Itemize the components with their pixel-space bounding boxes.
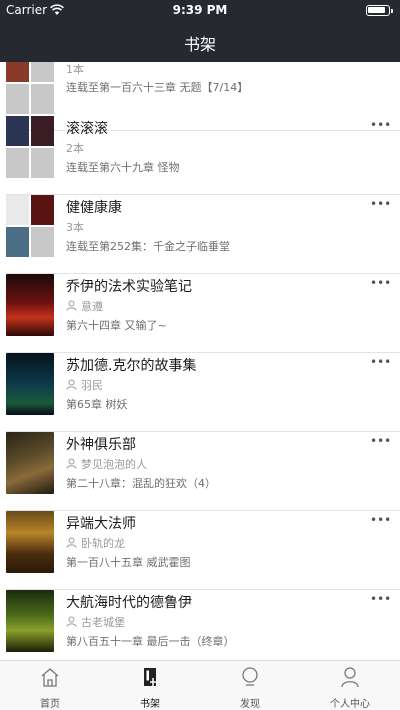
list-item[interactable]: 健健康康 3本 连载至第252集：千金之子临垂堂 ••• (0, 195, 400, 274)
person-icon (66, 616, 77, 627)
author-line: 羽民 (66, 377, 103, 393)
book-title: 乔伊的法术实验笔记 (66, 279, 192, 295)
author-line: 卧轨的龙 (66, 535, 125, 551)
book-cover (6, 511, 54, 573)
latest-chapter: 连载至第一百六十三章 无题【7/14】 (66, 81, 249, 94)
author-name: 梦见泡泡的人 (81, 458, 147, 471)
book-title: 异端大法师 (66, 516, 136, 532)
tab-home[interactable]: 首页 (0, 661, 100, 710)
list-item[interactable]: 滚滚滚 2本 连载至第六十九章 怪物 ••• (0, 116, 400, 195)
latest-chapter: 第65章 树妖 (66, 398, 128, 411)
tab-label: 书架 (140, 699, 160, 710)
group-cover (6, 195, 54, 257)
nav-bar: 书架 (0, 20, 400, 62)
book-cover (6, 590, 54, 652)
author-name: 古老城堡 (81, 616, 125, 629)
tab-discover[interactable]: 发现 (200, 661, 300, 710)
author-line: 古老城堡 (66, 614, 125, 630)
group-title: 健健康康 (66, 200, 122, 216)
more-icon[interactable]: ••• (370, 356, 391, 371)
tab-bar: 首页 书架 发现 个人中心 (0, 660, 400, 710)
book-cover (6, 432, 54, 494)
author-line: 意遵 (66, 298, 103, 314)
book-title: 苏加德.克尔的故事集 (66, 358, 197, 374)
home-icon (41, 668, 59, 687)
profile-icon (341, 667, 359, 688)
group-cover (6, 116, 54, 178)
more-icon[interactable]: ••• (370, 514, 391, 529)
list-item[interactable]: 外神俱乐部 梦见泡泡的人 第二十八章：混乱的狂欢（4） ••• (0, 432, 400, 511)
more-icon[interactable]: ••• (370, 435, 391, 450)
more-icon[interactable]: ••• (370, 119, 391, 134)
tab-label: 个人中心 (330, 699, 370, 710)
status-bar: Carrier 9:39 PM (0, 0, 400, 20)
group-count: 1本 (66, 63, 84, 76)
tab-profile[interactable]: 个人中心 (300, 661, 400, 710)
book-cover (6, 353, 54, 415)
author-line: 梦见泡泡的人 (66, 456, 147, 472)
person-icon (66, 458, 77, 469)
person-icon (66, 537, 77, 548)
author-name: 羽民 (81, 379, 103, 392)
book-title: 大航海时代的德鲁伊 (66, 595, 192, 611)
list-item[interactable]: 苏加德.克尔的故事集 羽民 第65章 树妖 ••• (0, 353, 400, 432)
bookshelf-list[interactable]: 1本 连载至第一百六十三章 无题【7/14】 滚滚滚 2本 连载至第六十九章 怪… (0, 62, 400, 660)
list-item[interactable]: 异端大法师 卧轨的龙 第一百八十五章 威武霍图 ••• (0, 511, 400, 590)
latest-chapter: 第八百五十一章 最后一击（终章） (66, 635, 235, 648)
person-icon (66, 300, 77, 311)
more-icon[interactable]: ••• (370, 198, 391, 213)
more-icon[interactable]: ••• (370, 277, 391, 292)
tab-bookshelf[interactable]: 书架 (100, 661, 200, 710)
person-icon (66, 379, 77, 390)
group-count: 3本 (66, 221, 84, 234)
group-count: 2本 (66, 142, 84, 155)
bookshelf-icon (144, 668, 156, 686)
latest-chapter: 第一百八十五章 威武霍图 (66, 556, 191, 569)
tab-label: 首页 (40, 699, 60, 710)
book-cover (6, 274, 54, 336)
group-cover (6, 62, 54, 114)
latest-chapter: 第二十八章：混乱的狂欢（4） (66, 477, 216, 490)
book-title: 外神俱乐部 (66, 437, 136, 453)
list-item[interactable]: 大航海时代的德鲁伊 古老城堡 第八百五十一章 最后一击（终章） ••• (0, 590, 400, 660)
tab-label: 发现 (240, 699, 260, 710)
battery-icon (366, 5, 393, 16)
latest-chapter: 连载至第六十九章 怪物 (66, 161, 180, 174)
group-title: 滚滚滚 (66, 121, 108, 137)
page-title: 书架 (183, 35, 216, 54)
discover-icon (242, 667, 258, 686)
clock: 9:39 PM (172, 3, 228, 17)
author-name: 卧轨的龙 (81, 537, 125, 550)
latest-chapter: 第六十四章 又输了~ (66, 319, 167, 332)
latest-chapter: 连载至第252集：千金之子临垂堂 (66, 240, 230, 253)
list-item[interactable]: 乔伊的法术实验笔记 意遵 第六十四章 又输了~ ••• (0, 274, 400, 353)
author-name: 意遵 (81, 300, 103, 313)
more-icon[interactable]: ••• (370, 593, 391, 608)
